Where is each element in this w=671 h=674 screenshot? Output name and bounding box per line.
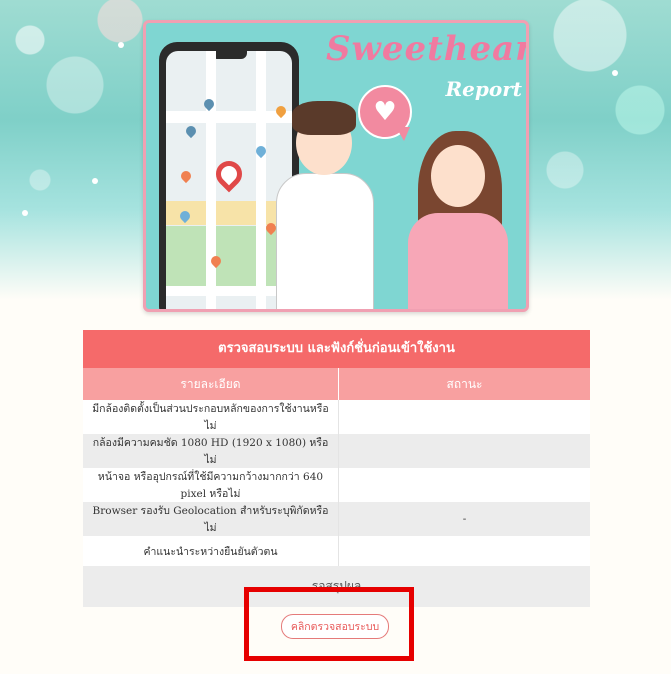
table-row: มีกล้องติดตั้งเป็นส่วนประกอบหลักของการใช… — [83, 400, 590, 434]
hero-title: Sweetheart — [326, 29, 529, 69]
column-header-detail: รายละเอียด — [83, 368, 339, 400]
row-detail: คำแนะนำระหว่างยืนยันตัวตน — [83, 536, 339, 566]
system-check-panel: ตรวจสอบระบบ และฟังก์ชั่นก่อนเข้าใช้งาน ร… — [83, 330, 590, 607]
row-detail: มีกล้องติดตั้งเป็นส่วนประกอบหลักของการใช… — [83, 400, 339, 434]
map-pin-icon — [210, 155, 248, 193]
hero-subtitle: Report — [445, 77, 522, 101]
panel-header: ตรวจสอบระบบ และฟังก์ชั่นก่อนเข้าใช้งาน — [83, 330, 590, 368]
row-detail: หน้าจอ หรืออุปกรณ์ที่ใช้มีความกว้างมากกว… — [83, 468, 339, 502]
row-status — [338, 400, 590, 434]
bokeh-dot — [92, 178, 98, 184]
check-table: รายละเอียด สถานะ มีกล้องติดตั้งเป็นส่วนป… — [83, 368, 590, 566]
map-screen — [166, 51, 292, 309]
row-status — [338, 536, 590, 566]
row-detail: Browser รองรับ Geolocation สำหรับระบุพิก… — [83, 502, 339, 536]
bokeh-dot — [22, 210, 28, 216]
table-row: กล้องมีความคมชัด 1080 HD (1920 x 1080) ห… — [83, 434, 590, 468]
heart-icon: ♥ — [373, 97, 397, 127]
bokeh-dot — [612, 70, 618, 76]
row-status — [338, 434, 590, 468]
column-header-status: สถานะ — [338, 368, 590, 400]
table-row: คำแนะนำระหว่างยืนยันตัวตน — [83, 536, 590, 566]
table-row: Browser รองรับ Geolocation สำหรับระบุพิก… — [83, 502, 590, 536]
check-system-button[interactable]: คลิกตรวจสอบระบบ — [281, 614, 389, 639]
row-detail: กล้องมีความคมชัด 1080 HD (1920 x 1080) ห… — [83, 434, 339, 468]
bokeh-dot — [118, 42, 124, 48]
hero-illustration: Sweetheart Report ♥ — [143, 20, 529, 312]
row-status: - — [338, 502, 590, 536]
table-row: หน้าจอ หรืออุปกรณ์ที่ใช้มีความกว้างมากกว… — [83, 468, 590, 502]
row-status — [338, 468, 590, 502]
